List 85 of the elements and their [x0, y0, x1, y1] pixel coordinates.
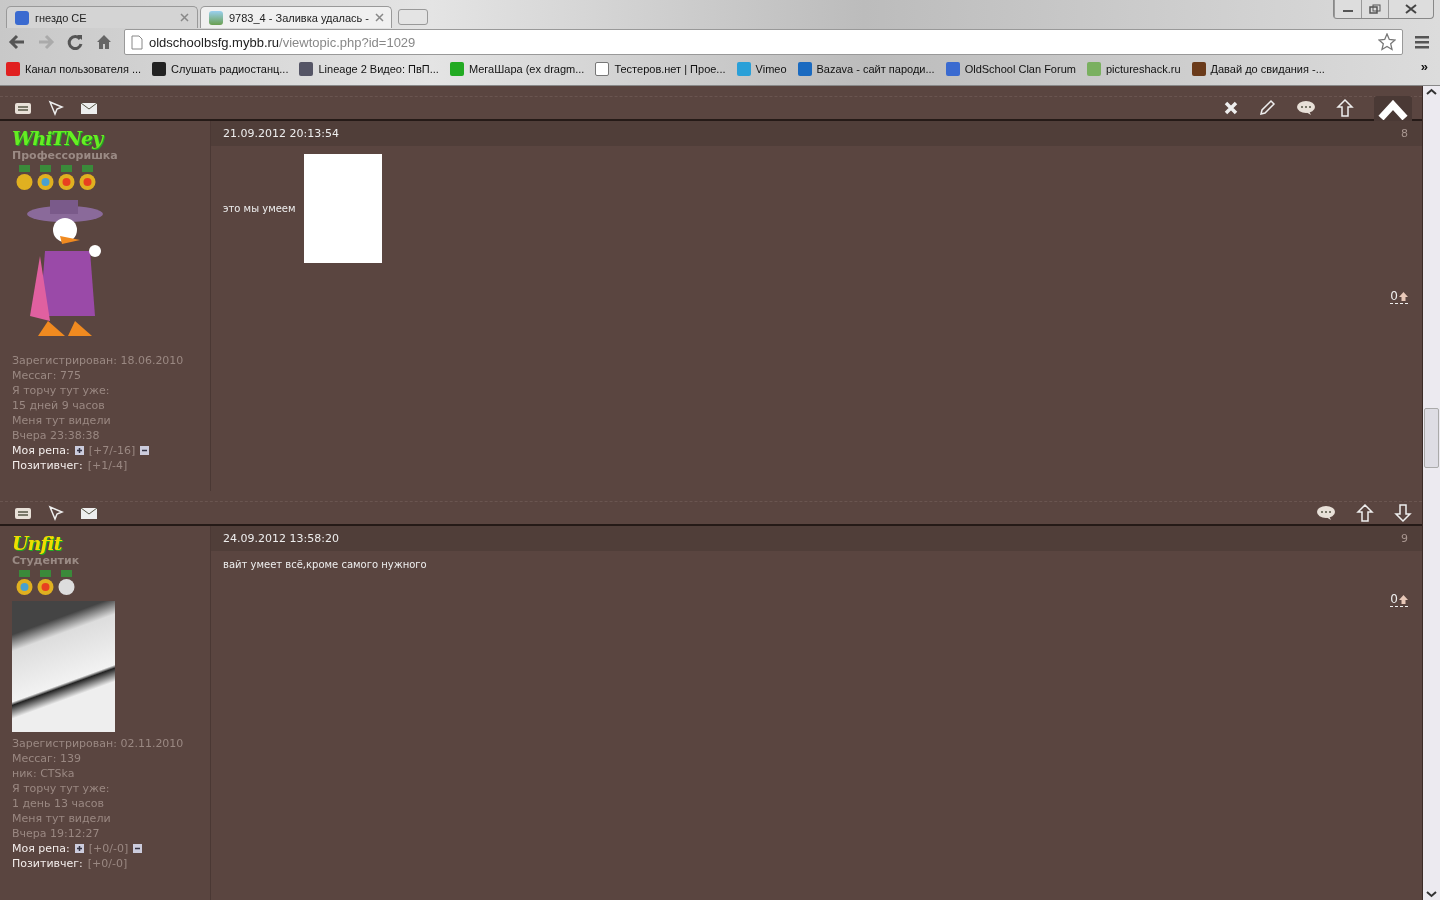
bookmark[interactable]: Vimeo: [736, 62, 787, 76]
minus-button[interactable]: [133, 844, 143, 853]
profile-stat: Вчера 23:38:38: [12, 428, 101, 443]
profile-stat: Мессаг: 775: [12, 368, 83, 383]
medal-icon: [56, 164, 77, 192]
medal-icon: [14, 569, 35, 597]
page-icon: [131, 34, 143, 50]
bookmark[interactable]: Bazava - сайт пароди...: [797, 62, 935, 76]
post-text: это мы умеем: [223, 203, 296, 214]
up-arrow-icon[interactable]: [1336, 99, 1354, 117]
star-icon[interactable]: [1378, 33, 1396, 51]
medal-icon: [56, 569, 77, 597]
scroll-to-top-button[interactable]: [1374, 96, 1412, 124]
reputation-label: Моя репа:: [12, 841, 70, 856]
bookmark[interactable]: OldSchool Clan Forum: [945, 62, 1076, 76]
author-rank: Студентик: [12, 554, 81, 567]
speech-bubble-icon[interactable]: [1316, 505, 1336, 521]
up-arrow-icon: [1399, 594, 1408, 604]
bookmark[interactable]: Давай до свидания -...: [1191, 62, 1325, 76]
positive-label: Позитивчег:: [12, 458, 83, 473]
positive-value: [+0/-0]: [87, 856, 128, 871]
profile-stat: Я торчу тут уже:: [12, 781, 111, 796]
positive-value: [+1/-4]: [87, 458, 128, 473]
envelope-icon[interactable]: [80, 506, 98, 520]
up-arrow-icon: [1399, 291, 1408, 301]
medal-icon: [35, 569, 56, 597]
address-bar[interactable]: oldschoolbsfg.mybb.ru/viewtopic.php?id=1029: [124, 29, 1403, 55]
close-icon[interactable]: [375, 13, 385, 22]
profile-stat: Зарегистрирован: 18.06.2010: [12, 353, 185, 368]
profile-card-icon[interactable]: [14, 101, 32, 115]
profile-stat: Меня тут видели: [12, 413, 112, 428]
profile-stat: 15 дней 9 часов: [12, 398, 106, 413]
reload-icon[interactable]: [66, 33, 84, 51]
post-date[interactable]: 24.09.2012 13:58:20: [223, 532, 339, 545]
favicon-icon: [209, 10, 223, 25]
envelope-icon[interactable]: [80, 101, 98, 115]
favicon-icon: [15, 10, 29, 25]
scrollbar-thumb[interactable]: [1424, 408, 1439, 468]
down-arrow-icon[interactable]: [1394, 504, 1412, 522]
reputation-label: Моя репа:: [12, 443, 70, 458]
profile-stat: ник: CTSka: [12, 766, 76, 781]
browser-tab[interactable]: 9783_4 - Заливка удалась -: [200, 6, 392, 28]
scrollbar[interactable]: [1423, 86, 1440, 900]
positive-label: Позитивчег:: [12, 856, 83, 871]
profile-stat: Меня тут видели: [12, 811, 112, 826]
profile-stat: Вчера 19:12:27: [12, 826, 101, 841]
rating-button[interactable]: 0: [1390, 592, 1408, 607]
minus-button[interactable]: [140, 446, 150, 455]
cursor-icon[interactable]: [48, 100, 64, 116]
profile-stat: Я торчу тут уже:: [12, 383, 111, 398]
bookmark[interactable]: Lineage 2 Видео: ПвП...: [299, 62, 439, 76]
reputation-value: [+0/-0]: [88, 841, 129, 856]
medal-icon: [14, 164, 35, 192]
speech-bubble-icon[interactable]: [1296, 100, 1316, 116]
bookmark[interactable]: pictureshack.ru: [1086, 62, 1181, 76]
menu-icon[interactable]: [1414, 34, 1430, 50]
medal-icon: [35, 164, 56, 192]
up-arrow-icon[interactable]: [1356, 504, 1374, 522]
post-number[interactable]: 8: [1401, 127, 1408, 140]
profile-card-icon[interactable]: [14, 506, 32, 520]
cursor-icon[interactable]: [48, 505, 64, 521]
post-number[interactable]: 9: [1401, 532, 1408, 545]
home-icon[interactable]: [95, 33, 113, 51]
post-text: вайт умеет всё,кроме самого нужного: [223, 559, 427, 570]
more-bookmarks-button[interactable]: »: [1420, 59, 1428, 74]
author-name[interactable]: WhiTNey: [12, 127, 210, 149]
bookmark[interactable]: Канал пользователя ...: [6, 62, 142, 76]
rating-button[interactable]: 0: [1390, 289, 1408, 304]
reputation-value: [+7/-16]: [88, 443, 136, 458]
profile-stat: Мессаг: 139: [12, 751, 83, 766]
plus-button[interactable]: [74, 446, 84, 455]
bookmark[interactable]: Слушать радиостанц...: [152, 62, 289, 76]
profile-stat: Зарегистрирован: 02.11.2010: [12, 736, 185, 751]
profile-stat: 1 день 13 часов: [12, 796, 106, 811]
browser-tab[interactable]: гнездо CE: [6, 6, 198, 28]
author-name[interactable]: Unfit: [12, 532, 210, 554]
back-icon[interactable]: [8, 33, 26, 51]
bookmark[interactable]: Тестеров.нет | Прое...: [595, 62, 726, 76]
plus-button[interactable]: [74, 844, 84, 853]
bookmark[interactable]: МегаШара (ex dragm...: [449, 62, 585, 76]
delete-icon[interactable]: [1224, 101, 1238, 115]
post-date[interactable]: 21.09.2012 20:13:54: [223, 127, 339, 140]
medal-icon: [77, 164, 98, 192]
author-rank: Профессоришка: [12, 149, 119, 162]
pencil-icon[interactable]: [1258, 99, 1276, 117]
